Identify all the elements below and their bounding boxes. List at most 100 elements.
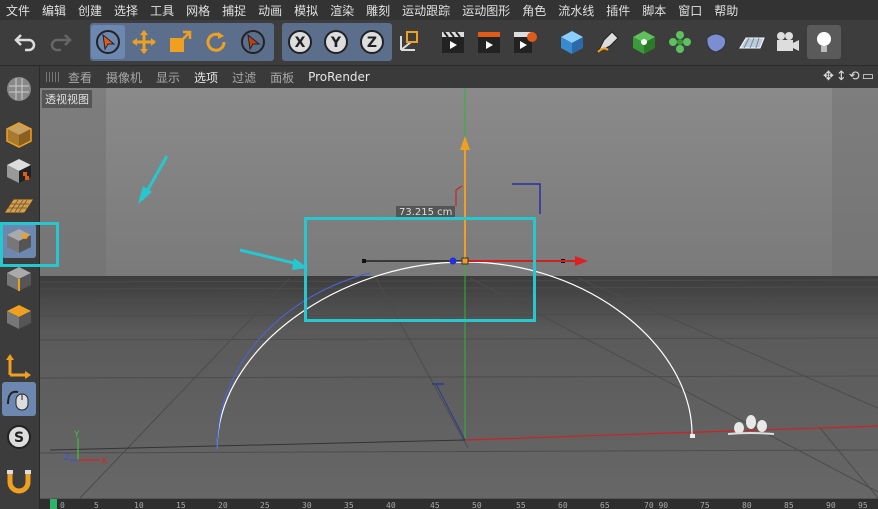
y-axis-icon[interactable]: Y (319, 25, 353, 59)
svg-text:X: X (295, 35, 306, 51)
menu-help[interactable]: 帮助 (714, 2, 738, 19)
viewport-menu-filter[interactable]: 过滤 (232, 69, 256, 86)
menu-create[interactable]: 创建 (78, 2, 102, 19)
timeline-tick: 0 (60, 501, 65, 509)
menu-render[interactable]: 渲染 (330, 2, 354, 19)
toggle-view-icon[interactable]: ▭ (862, 69, 874, 84)
camera-icon[interactable] (771, 25, 805, 59)
axis-x-label: X (101, 457, 107, 467)
timeline-tick: 90 (826, 501, 836, 509)
svg-text:Y: Y (330, 35, 342, 51)
timeline-tick: 20 (218, 501, 228, 509)
menu-window[interactable]: 窗口 (678, 2, 702, 19)
render-settings-icon[interactable] (508, 25, 542, 59)
redo-icon[interactable] (44, 25, 78, 59)
texture-mode-icon[interactable] (2, 154, 36, 188)
menu-tools[interactable]: 工具 (150, 2, 174, 19)
timeline-ruler[interactable]: 0 5 10 15 20 25 30 35 40 45 50 55 60 65 … (40, 498, 878, 509)
z-axis-icon[interactable]: Z (355, 25, 389, 59)
coordinate-system-icon[interactable] (392, 25, 426, 59)
menu-simulate[interactable]: 模拟 (294, 2, 318, 19)
model-mode-icon[interactable] (2, 118, 36, 152)
menu-animate[interactable]: 动画 (258, 2, 282, 19)
timeline-tick: 65 (600, 501, 610, 509)
cube-icon[interactable] (555, 25, 589, 59)
workplane-icon[interactable] (2, 190, 36, 224)
pen-icon[interactable] (591, 25, 625, 59)
render-picture-viewer-icon[interactable] (472, 25, 506, 59)
main-toolbar: X Y Z (0, 20, 878, 66)
menu-motion-tracking[interactable]: 运动跟踪 (402, 2, 450, 19)
menu-select[interactable]: 选择 (114, 2, 138, 19)
viewport-menu-panel[interactable]: 面板 (270, 69, 294, 86)
menu-pipeline[interactable]: 流水线 (558, 2, 594, 19)
mode-palette: S (0, 66, 40, 509)
deformer-icon[interactable] (699, 25, 733, 59)
cloner-icon[interactable] (663, 25, 697, 59)
tweak-icon[interactable] (2, 382, 36, 416)
axis-mode-icon[interactable] (2, 348, 36, 382)
timeline-tick: 95 (858, 501, 868, 509)
rotate-icon[interactable] (199, 25, 233, 59)
timeline-tick: 15 (176, 501, 186, 509)
select-arrow-icon[interactable] (91, 25, 125, 59)
scale-icon[interactable] (163, 25, 197, 59)
menu-character[interactable]: 角色 (522, 2, 546, 19)
viewport-label: 透视视图 (42, 90, 92, 108)
timeline-tick: 10 (134, 501, 144, 509)
timeline-tick: 55 (516, 501, 526, 509)
snap-icon[interactable]: S (2, 420, 36, 454)
rotate-view-icon[interactable]: ⟲ (849, 69, 860, 84)
svg-text:Z: Z (367, 35, 377, 51)
viewport-menu-options[interactable]: 选项 (194, 69, 218, 86)
viewport-menu-view[interactable]: 查看 (68, 69, 92, 86)
timeline-tick: 40 (386, 501, 396, 509)
viewport-menu-cameras[interactable]: 摄像机 (106, 69, 142, 86)
subdivision-icon[interactable] (627, 25, 661, 59)
menu-plugins[interactable]: 插件 (606, 2, 630, 19)
drag-grip[interactable] (46, 72, 60, 82)
undo-icon[interactable] (8, 25, 42, 59)
render-view-icon[interactable] (436, 25, 470, 59)
timeline-playhead[interactable] (50, 499, 57, 509)
menu-mograph[interactable]: 运动图形 (462, 2, 510, 19)
live-select-icon[interactable] (236, 25, 270, 59)
highlight-selected-point (304, 217, 536, 322)
timeline-tick: 50 (472, 501, 482, 509)
light-icon[interactable] (807, 25, 841, 59)
menu-edit[interactable]: 编辑 (42, 2, 66, 19)
viewport-menu-prorender[interactable]: ProRender (308, 70, 370, 84)
timeline-tick: 25 (260, 501, 270, 509)
move-view-icon[interactable]: ✥ (823, 69, 834, 84)
timeline-tick: 35 (344, 501, 354, 509)
highlight-points-mode (0, 222, 59, 267)
menu-sculpt[interactable]: 雕刻 (366, 2, 390, 19)
edges-mode-icon[interactable] (2, 262, 36, 296)
polygons-mode-icon[interactable] (2, 300, 36, 334)
menu-bar: 文件 编辑 创建 选择 工具 网格 捕捉 动画 模拟 渲染 雕刻 运动跟踪 运动… (0, 0, 878, 20)
svg-text:S: S (14, 430, 24, 446)
menu-mesh[interactable]: 网格 (186, 2, 210, 19)
menu-file[interactable]: 文件 (6, 2, 30, 19)
viewport-header: 查看 摄像机 显示 选项 过滤 面板 ProRender ✥ ↕ ⟲ ▭ (40, 66, 878, 88)
floor-icon[interactable] (735, 25, 769, 59)
zoom-view-icon[interactable]: ↕ (836, 69, 847, 84)
move-icon[interactable] (127, 25, 161, 59)
viewport-menu-display[interactable]: 显示 (156, 69, 180, 86)
timeline-tick: 30 (302, 501, 312, 509)
viewport-navigation: ✥ ↕ ⟲ ▭ (823, 69, 874, 84)
timeline-tick: 5 (94, 501, 99, 509)
timeline-tick: 60 (558, 501, 568, 509)
timeline-tick: 45 (430, 501, 440, 509)
axis-y-label: Y (73, 430, 80, 440)
magnet-icon[interactable] (2, 464, 36, 498)
timeline-tick: 75 (700, 501, 710, 509)
timeline-tick: 70 90 (644, 501, 669, 509)
menu-snap[interactable]: 捕捉 (222, 2, 246, 19)
x-axis-icon[interactable]: X (283, 25, 317, 59)
make-editable-icon[interactable] (2, 72, 36, 106)
timeline-tick: 80 (742, 501, 752, 509)
timeline-tick: 85 (784, 501, 794, 509)
axis-z-label: Z (64, 453, 70, 463)
menu-script[interactable]: 脚本 (642, 2, 666, 19)
